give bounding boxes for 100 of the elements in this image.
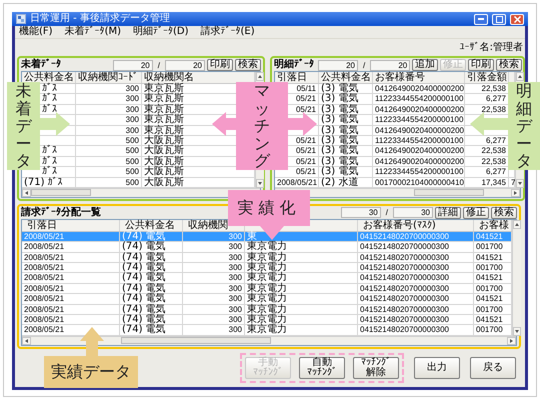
- table-cell: 東京電力: [245, 273, 358, 284]
- toolbar-button[interactable]: 検索: [491, 206, 517, 219]
- callout: 未着データ: [7, 82, 40, 170]
- panel-title: 明細ﾃﾞｰﾀ: [274, 59, 314, 71]
- toolbar-button[interactable]: 印刷: [468, 59, 494, 71]
- table-cell: (74) 電気: [120, 273, 183, 284]
- table-cell: 04152148020700000300: [358, 263, 474, 274]
- table-cell: 04126490020400000200: [373, 146, 465, 157]
- menu-item[interactable]: 機能(F): [19, 26, 53, 38]
- table-cell: 300: [183, 232, 245, 242]
- action-button[interactable]: 戻る: [470, 356, 516, 379]
- action-button[interactable]: 自動 ﾏｯﾁﾝｸﾞ: [299, 356, 345, 379]
- total-field: 30: [393, 207, 433, 218]
- table-cell: 04152148020700000300: [358, 273, 474, 284]
- column-header[interactable]: 収納機関名: [144, 72, 194, 83]
- scroll-down-button[interactable]: [256, 178, 264, 188]
- table-cell: 300: [183, 263, 245, 274]
- table-cell: 300: [76, 115, 142, 126]
- action-button[interactable]: ﾏｯﾁﾝｸﾞ 解除: [353, 356, 399, 379]
- column-header[interactable]: お客様: [479, 220, 509, 231]
- toolbar-button[interactable]: 検索: [496, 59, 522, 71]
- maximize-icon: [496, 16, 502, 22]
- table-cell: 04152148020700000300: [358, 315, 474, 326]
- column-header[interactable]: 引落金額: [467, 72, 507, 83]
- scroll-left-button[interactable]: [22, 336, 31, 345]
- scroll-up-button[interactable]: [513, 220, 521, 229]
- table-cell: 04152148020700000300: [358, 232, 474, 242]
- scroll-down-button[interactable]: [516, 178, 524, 188]
- table-cell: (74) 電気: [120, 315, 183, 326]
- table-cell: 東京電力: [245, 242, 358, 253]
- table-cell: 04152148020700000300: [358, 284, 474, 294]
- column-header[interactable]: 収納機関ｺｰﾄﾞ: [78, 72, 138, 83]
- maximize-button[interactable]: [492, 14, 506, 24]
- close-icon: [514, 16, 520, 22]
- window-title: 日常運用 - 事後請求データ管理: [30, 12, 171, 26]
- callout: 実績化: [228, 190, 310, 226]
- scroll-left-button[interactable]: [22, 188, 31, 197]
- scroll-thumb[interactable]: [31, 189, 91, 196]
- table-cell: (3) 電気: [319, 84, 373, 94]
- menu-item[interactable]: 明細ﾃﾞｰﾀ(D): [133, 26, 189, 38]
- scroll-up-button[interactable]: [516, 72, 524, 81]
- toolbar-button[interactable]: 修正: [463, 206, 489, 219]
- table-cell: (3) 電気: [319, 126, 373, 136]
- column-header[interactable]: 公共料金名: [125, 220, 175, 231]
- table-cell: 2008/05/21: [22, 252, 120, 264]
- table-cell: 2008/05/21: [22, 304, 120, 316]
- panel-title: 未着ﾃﾞｰﾀ: [21, 59, 61, 71]
- column-header[interactable]: 引落日: [277, 72, 307, 83]
- total-field: 20: [370, 60, 410, 70]
- table-cell: (74) 電気: [120, 284, 183, 294]
- table-cell: 300: [76, 84, 142, 94]
- table-row[interactable]: 2008/05/21 (74) 電気 300 東京電力 04152148020700000300 041521: [22, 294, 512, 305]
- toolbar-button[interactable]: 検索: [235, 59, 261, 71]
- table-cell: (3) 電気: [319, 146, 373, 157]
- table-cell: (74) 電気: [120, 252, 183, 264]
- column-header[interactable]: 公共料金名: [321, 72, 371, 83]
- action-button[interactable]: 出力: [414, 356, 460, 379]
- table-cell: 04126490020400000200: [373, 126, 465, 136]
- toolbar-button[interactable]: 印刷: [207, 59, 233, 71]
- menu-item[interactable]: 未着ﾃﾞｰﾀ(M): [64, 26, 121, 38]
- table-cell: 500: [76, 146, 142, 157]
- column-header[interactable]: お客様番号(ﾏｽｸ): [363, 220, 436, 231]
- table-cell: (3) 電気: [319, 104, 373, 116]
- scroll-up-button[interactable]: [256, 72, 264, 81]
- toolbar-button[interactable]: 追加: [412, 59, 438, 71]
- separator-text: /: [156, 60, 161, 70]
- column-header[interactable]: 公共料金名: [24, 72, 74, 83]
- table-cell: 04126490020400000200: [373, 84, 465, 94]
- separator-text: /: [362, 60, 366, 70]
- table-cell: 2008/05/21: [22, 284, 120, 294]
- callout: 明細データ: [508, 82, 540, 170]
- close-button[interactable]: [510, 14, 524, 24]
- panel-title: 請求ﾃﾞｰﾀ分配一覧: [21, 206, 101, 219]
- table-cell: 2008/05/21: [22, 232, 120, 242]
- scroll-right-button[interactable]: [507, 336, 516, 345]
- scroll-down-button[interactable]: [513, 326, 521, 336]
- table-cell: 東京電力: [245, 294, 358, 305]
- table-cell: 300: [76, 126, 142, 136]
- table-cell: 11223344554200000100: [373, 136, 465, 146]
- table-cell: (74) 電気: [120, 294, 183, 305]
- minimize-button[interactable]: [474, 14, 488, 24]
- column-header[interactable]: 引落日: [27, 220, 57, 231]
- count-field: 20: [318, 60, 358, 70]
- toolbar-button[interactable]: 詳細: [435, 206, 461, 219]
- separator-text: /: [384, 208, 389, 218]
- table-row[interactable]: 2008/05/21 (74) 電気 300 東京電力 04152148020700000300 001700: [22, 242, 512, 253]
- table-cell: 500: [76, 136, 142, 146]
- table-cell: (74) 電気: [120, 242, 183, 253]
- app-icon: [16, 14, 26, 24]
- scroll-right-button[interactable]: [511, 188, 520, 197]
- minimize-icon: [478, 18, 484, 20]
- column-header[interactable]: 収納機関: [188, 220, 228, 231]
- table-cell: (74) 電気: [120, 232, 183, 242]
- table-cell: 11223344554200000100: [373, 167, 465, 178]
- column-header[interactable]: お客様番号: [375, 72, 425, 83]
- scroll-thumb[interactable]: [121, 337, 271, 344]
- menu-item[interactable]: 請求ﾃﾞｰﾀ(E): [200, 26, 255, 38]
- count-field: 20: [112, 60, 153, 70]
- table-row[interactable]: 2008/05/21 (74) 電気 300 東京電力 04152148020700000300 041521: [22, 273, 512, 284]
- scroll-thumb[interactable]: [414, 189, 484, 196]
